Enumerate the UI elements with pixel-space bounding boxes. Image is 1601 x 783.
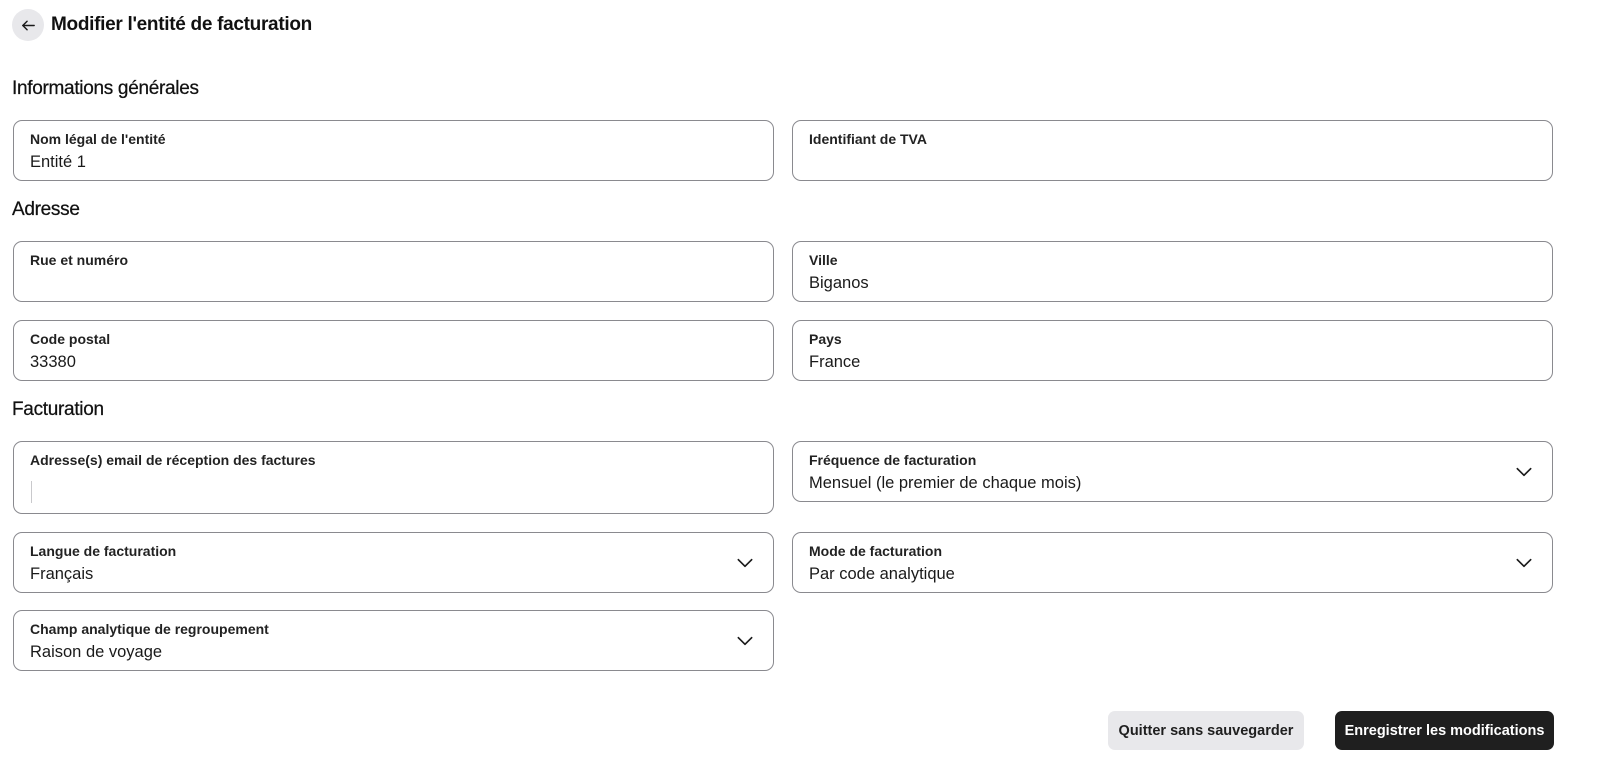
edit-billing-entity-page: Modifier l'entité de facturation Informa…: [0, 0, 1601, 783]
back-button[interactable]: [12, 9, 44, 41]
postal-code-label: Code postal: [30, 331, 111, 347]
legal-name-field[interactable]: Nom légal de l'entité Entité 1: [13, 120, 774, 181]
billing-frequency-label: Fréquence de facturation: [809, 452, 977, 468]
grouping-field-label: Champ analytique de regroupement: [30, 621, 269, 637]
billing-language-select[interactable]: Langue de facturation Français: [13, 532, 774, 593]
grouping-field-select[interactable]: Champ analytique de regroupement Raison …: [13, 610, 774, 671]
save-changes-button[interactable]: Enregistrer les modifications: [1335, 711, 1554, 750]
text-caret: [31, 481, 32, 503]
billing-mode-select[interactable]: Mode de facturation Par code analytique: [792, 532, 1553, 593]
page-header: Modifier l'entité de facturation: [12, 9, 312, 41]
postal-code-value[interactable]: 33380: [30, 352, 757, 372]
vat-id-value[interactable]: [809, 152, 1536, 172]
vat-id-field[interactable]: Identifiant de TVA: [792, 120, 1553, 181]
invoice-emails-field[interactable]: Adresse(s) email de réception des factur…: [13, 441, 774, 514]
city-label: Ville: [809, 252, 838, 268]
chevron-down-icon[interactable]: [1514, 462, 1534, 482]
billing-mode-value: Par code analytique: [809, 565, 955, 583]
chevron-down-icon[interactable]: [735, 553, 755, 573]
street-label: Rue et numéro: [30, 252, 129, 268]
chevron-down-icon[interactable]: [1514, 553, 1534, 573]
legal-name-label: Nom légal de l'entité: [30, 131, 166, 147]
street-field[interactable]: Rue et numéro: [13, 241, 774, 302]
country-field[interactable]: Pays France: [792, 320, 1553, 381]
billing-language-label: Langue de facturation: [30, 543, 177, 559]
billing-mode-label: Mode de facturation: [809, 543, 943, 559]
country-value[interactable]: France: [809, 352, 1536, 372]
billing-frequency-select[interactable]: Fréquence de facturation Mensuel (le pre…: [792, 441, 1553, 502]
section-title-address: Adresse: [12, 199, 80, 220]
city-field[interactable]: Ville Biganos: [792, 241, 1553, 302]
quit-without-saving-button[interactable]: Quitter sans sauvegarder: [1108, 711, 1304, 750]
chevron-down-icon[interactable]: [735, 631, 755, 651]
billing-language-value: Français: [30, 565, 94, 583]
street-value[interactable]: [30, 273, 757, 293]
vat-id-label: Identifiant de TVA: [809, 131, 927, 147]
billing-frequency-value: Mensuel (le premier de chaque mois): [809, 474, 1082, 492]
section-title-general: Informations générales: [12, 78, 199, 99]
legal-name-value[interactable]: Entité 1: [30, 152, 757, 172]
invoice-emails-label: Adresse(s) email de réception des factur…: [30, 452, 316, 468]
section-title-billing: Facturation: [12, 399, 104, 420]
arrow-left-icon: [20, 17, 37, 34]
postal-code-field[interactable]: Code postal 33380: [13, 320, 774, 381]
invoice-emails-value[interactable]: [30, 473, 757, 493]
grouping-field-value: Raison de voyage: [30, 643, 163, 661]
page-title: Modifier l'entité de facturation: [51, 14, 312, 35]
country-label: Pays: [809, 331, 842, 347]
city-value[interactable]: Biganos: [809, 273, 1536, 293]
